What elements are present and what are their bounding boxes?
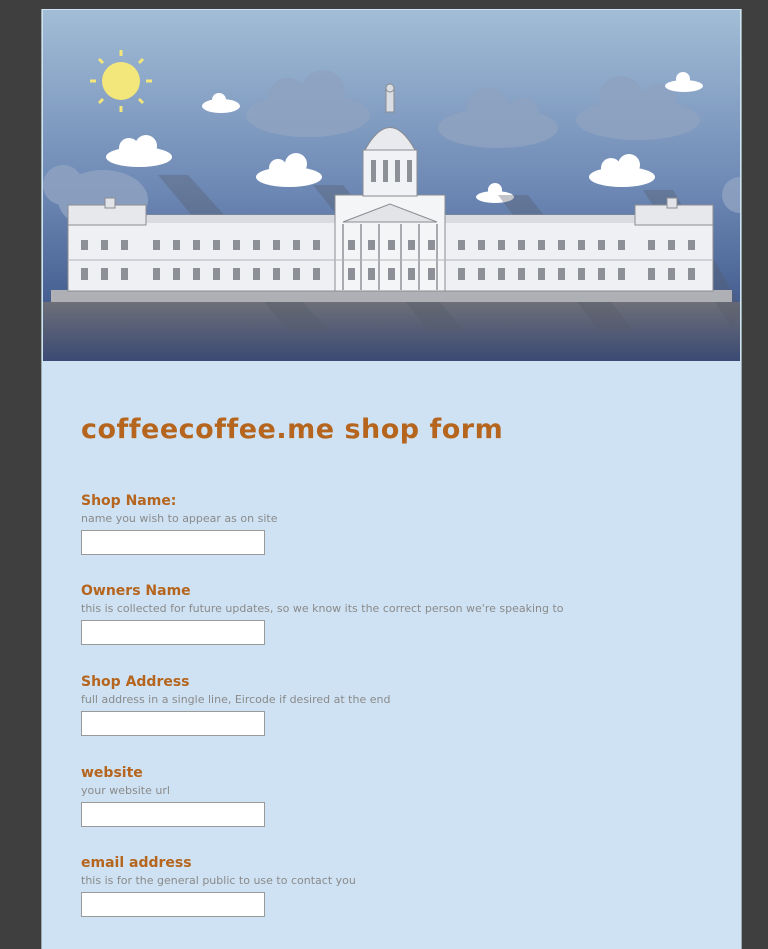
shop-name-help: name you wish to appear as on site bbox=[81, 512, 278, 525]
field-owners-name: Owners Name this is collected for future… bbox=[81, 581, 681, 645]
shop-address-input[interactable] bbox=[81, 711, 265, 736]
form-title: coffeecoffee.me shop form bbox=[81, 414, 504, 445]
field-email-address: email address this is for the general pu… bbox=[81, 853, 681, 917]
email-address-label: email address bbox=[81, 855, 192, 871]
owners-name-label: Owners Name bbox=[81, 583, 191, 599]
header-image bbox=[43, 10, 740, 361]
form-card: coffeecoffee.me shop form Shop Name: nam… bbox=[41, 9, 742, 949]
email-address-input[interactable] bbox=[81, 892, 265, 917]
shop-name-input[interactable] bbox=[81, 530, 265, 555]
field-website: website your website url bbox=[81, 763, 681, 827]
owners-name-input[interactable] bbox=[81, 620, 265, 645]
shop-name-label: Shop Name: bbox=[81, 493, 177, 509]
website-help: your website url bbox=[81, 784, 170, 797]
field-shop-name: Shop Name: name you wish to appear as on… bbox=[81, 491, 681, 555]
email-address-help: this is for the general public to use to… bbox=[81, 874, 356, 887]
shop-address-help: full address in a single line, Eircode i… bbox=[81, 693, 391, 706]
shop-address-label: Shop Address bbox=[81, 674, 190, 690]
website-label: website bbox=[81, 765, 143, 781]
owners-name-help: this is collected for future updates, so… bbox=[81, 602, 564, 615]
field-shop-address: Shop Address full address in a single li… bbox=[81, 672, 681, 736]
website-input[interactable] bbox=[81, 802, 265, 827]
